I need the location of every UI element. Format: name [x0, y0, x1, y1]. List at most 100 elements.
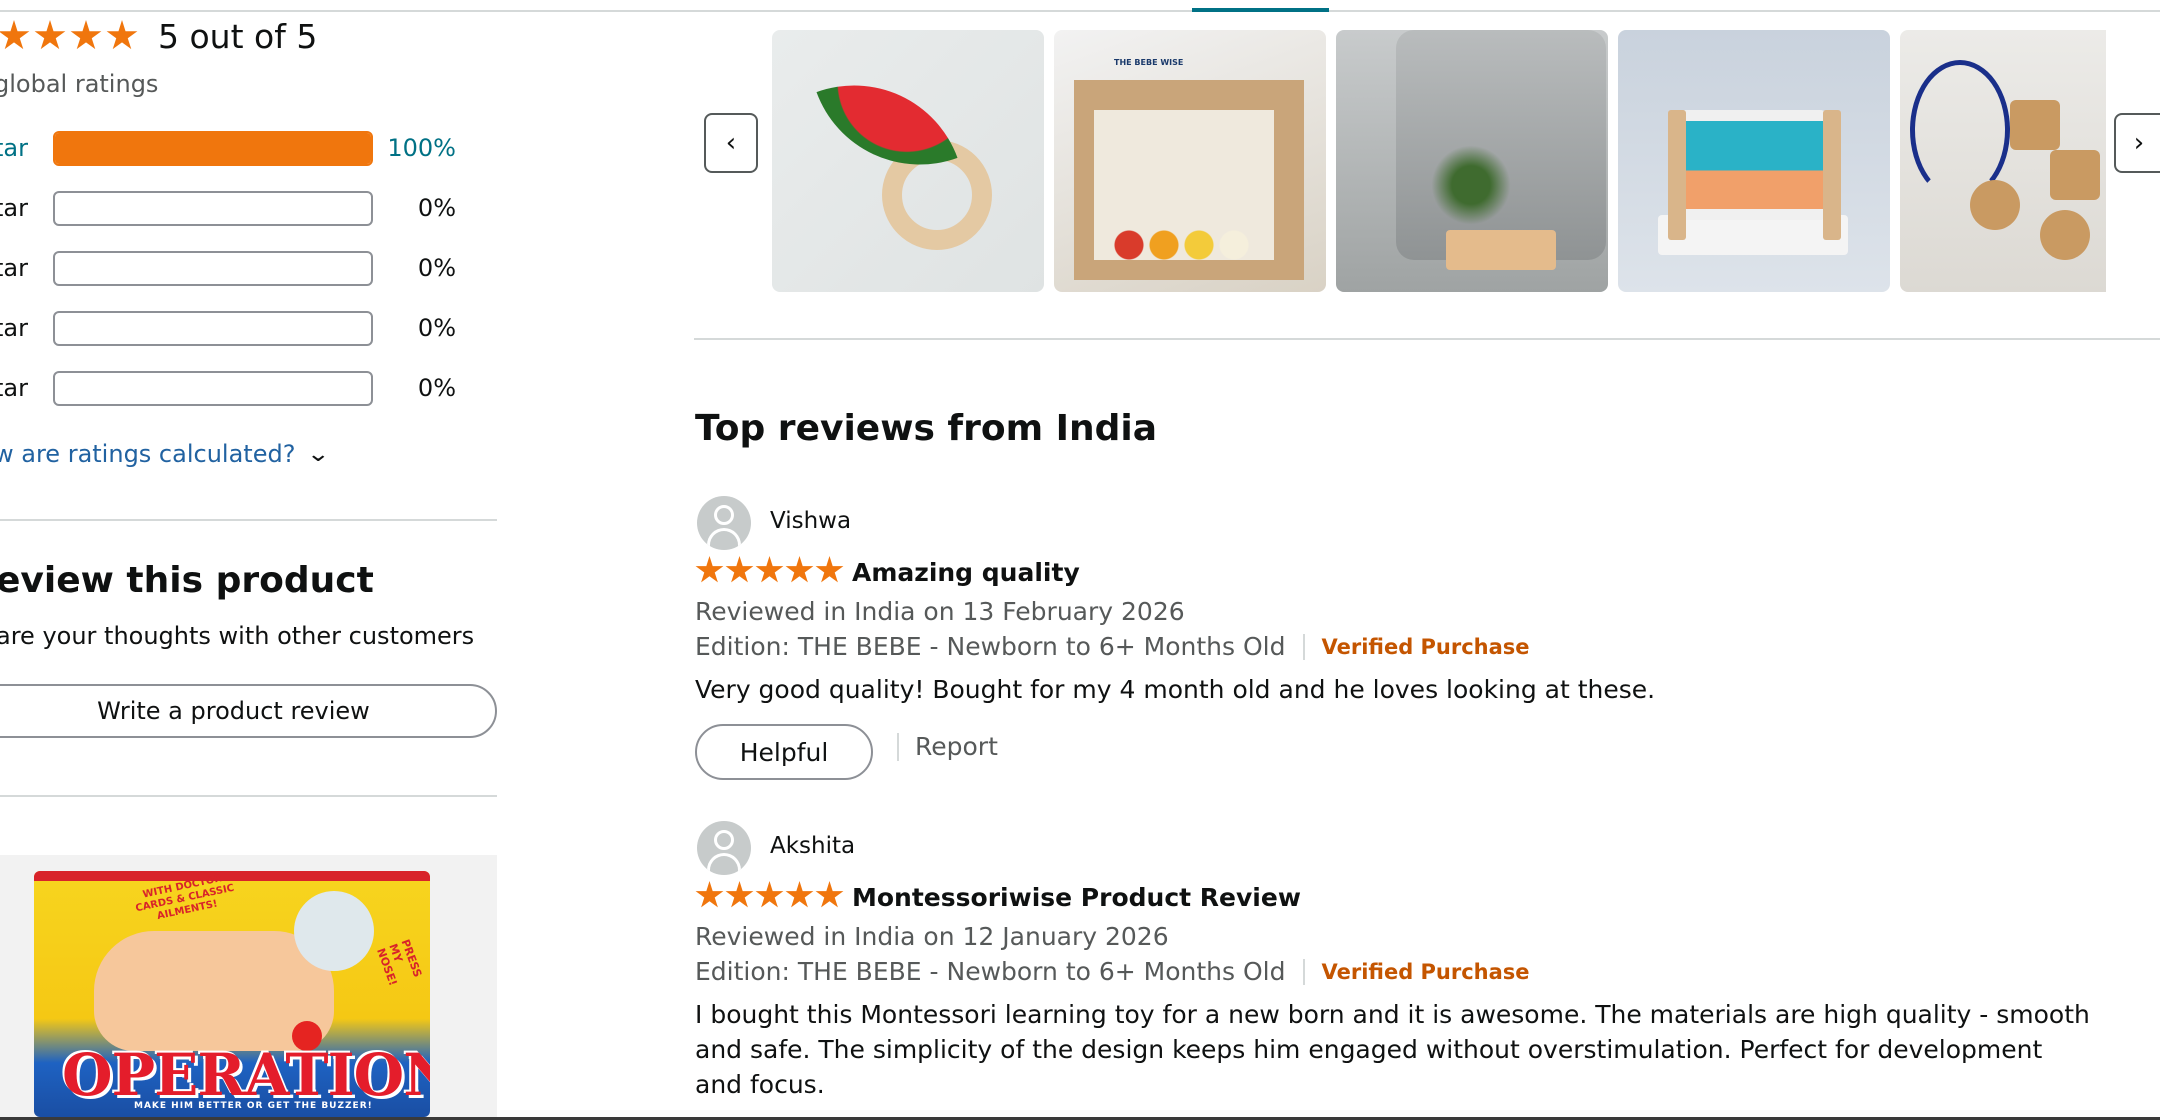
wood-piece	[1970, 180, 2020, 230]
review-title[interactable]: Amazing quality	[852, 558, 1080, 587]
histogram-bar	[53, 250, 373, 286]
stand-shape	[1446, 230, 1556, 270]
avatar	[697, 496, 751, 550]
plant-shape	[1426, 140, 1516, 230]
wood-piece	[2040, 210, 2090, 260]
reviewer-name[interactable]: Akshita	[770, 833, 855, 859]
review-body: Very good quality! Bought for my 4 month…	[695, 675, 1656, 704]
histogram-label: tar	[0, 194, 28, 222]
carousel-next-button[interactable]: ›	[2114, 113, 2160, 173]
drum-side	[1668, 110, 1686, 240]
histogram-percent[interactable]: 100%	[376, 134, 456, 162]
how-ratings-calculated-link[interactable]: w are ratings calculated? ⌄	[0, 440, 331, 468]
histogram-label[interactable]: tar	[0, 134, 52, 162]
chevron-down-icon[interactable]: ⌄	[307, 442, 331, 467]
drum-side	[1823, 110, 1841, 240]
balls-shape	[1114, 230, 1264, 260]
histogram-label: tar	[0, 314, 28, 342]
histogram-percent: 0%	[417, 314, 456, 342]
star-icon	[785, 556, 814, 583]
histogram-label: tar	[0, 254, 28, 282]
star-icon	[70, 20, 102, 50]
review-edition: Edition: THE BEBE - Newborn to 6+ Months…	[695, 957, 1530, 986]
chevron-left-icon[interactable]: ‹	[726, 128, 736, 158]
star-icon	[725, 881, 754, 908]
review-product-subtext: are your thoughts with other customers	[0, 622, 475, 650]
global-ratings-count: global ratings	[0, 70, 159, 98]
avatar	[697, 821, 751, 875]
ad-product-image[interactable]: WITH DOCTOR CARDS & CLASSIC AILMENTS! PR…	[34, 871, 430, 1117]
star-icon	[725, 556, 754, 583]
histogram-row-2: tar 0%	[0, 308, 474, 348]
histogram-row-4: tar 0%	[0, 188, 474, 228]
drum-base	[1658, 215, 1848, 255]
review-date: Reviewed in India on 13 February 2026	[695, 597, 1185, 626]
review-body: I bought this Montessori learning toy fo…	[695, 1000, 2090, 1099]
review-stars[interactable]	[695, 881, 844, 914]
ad-side-text: PRESS MY NOSE!	[374, 937, 425, 988]
active-tab-indicator	[1192, 8, 1329, 12]
star-icon	[755, 881, 784, 908]
star-icon	[0, 20, 30, 50]
star-icon	[815, 556, 844, 583]
histogram-label: tar	[0, 374, 28, 402]
ad-doctor-figure	[294, 891, 374, 971]
review-image-thumbnail[interactable]	[1900, 30, 2106, 292]
star-icon	[785, 881, 814, 908]
histogram-row-5[interactable]: tar 100%	[0, 128, 474, 168]
spinning-drum	[1678, 110, 1828, 220]
star-icon	[755, 556, 784, 583]
top-divider	[0, 10, 2160, 12]
box-label: THE BEBE WISE	[1114, 58, 1184, 67]
star-icon	[34, 20, 66, 50]
separator	[1303, 958, 1306, 985]
histogram-row-3: tar 0%	[0, 248, 474, 288]
separator	[1303, 633, 1306, 660]
review-image-thumbnail[interactable]	[1336, 30, 1608, 292]
histogram-bar	[53, 310, 373, 346]
histogram-row-1: tar 0%	[0, 368, 474, 408]
histogram-percent: 0%	[417, 374, 456, 402]
string-shape	[1910, 60, 2010, 200]
section-divider	[694, 338, 2160, 340]
rating-stars	[0, 20, 138, 52]
report-link[interactable]: Report	[897, 732, 998, 761]
star-icon	[106, 20, 138, 50]
review-image-thumbnail[interactable]: THE BEBE WISE	[1054, 30, 1326, 292]
histogram-bar[interactable]	[53, 130, 373, 166]
report-link-text[interactable]: Report	[915, 732, 998, 761]
chevron-right-icon[interactable]: ›	[2134, 128, 2144, 158]
histogram-bar	[53, 190, 373, 226]
wood-piece	[2050, 150, 2100, 200]
review-item: Akshita Montessoriwise Product Review Re…	[695, 821, 2135, 1117]
star-icon	[815, 881, 844, 908]
review-image-thumbnail[interactable]	[1618, 30, 1890, 292]
mirror-shape	[1396, 30, 1606, 260]
review-item: Vishwa Amazing quality Reviewed in India…	[695, 496, 2135, 786]
reviewer-name[interactable]: Vishwa	[770, 508, 851, 534]
wood-piece	[2010, 100, 2060, 150]
carousel-prev-button[interactable]: ‹	[704, 113, 758, 173]
how-ratings-calculated-text[interactable]: w are ratings calculated?	[0, 440, 295, 468]
star-icon	[695, 881, 724, 908]
edition-text: Edition: THE BEBE - Newborn to 6+ Months…	[695, 957, 1286, 986]
helpful-button[interactable]: Helpful	[695, 724, 873, 780]
section-divider	[0, 519, 497, 521]
review-stars[interactable]	[695, 556, 844, 589]
top-reviews-heading: Top reviews from India	[695, 408, 1158, 449]
review-date: Reviewed in India on 12 January 2026	[695, 922, 1169, 951]
verified-purchase-badge: Verified Purchase	[1321, 634, 1530, 659]
edition-text: Edition: THE BEBE - Newborn to 6+ Months…	[695, 632, 1286, 661]
write-review-button[interactable]: Write a product review	[0, 684, 497, 738]
histogram-percent: 0%	[417, 254, 456, 282]
histogram-percent: 0%	[417, 194, 456, 222]
section-divider	[0, 795, 497, 797]
rating-text: 5 out of 5	[158, 16, 318, 56]
review-title[interactable]: Montessoriwise Product Review	[852, 883, 1301, 912]
sponsored-ad[interactable]: WITH DOCTOR CARDS & CLASSIC AILMENTS! PR…	[0, 855, 497, 1120]
verified-purchase-badge: Verified Purchase	[1321, 959, 1530, 984]
review-image-thumbnail[interactable]	[772, 30, 1044, 292]
histogram-bar	[53, 370, 373, 406]
review-edition: Edition: THE BEBE - Newborn to 6+ Months…	[695, 632, 1530, 661]
ad-logo: OPERATION	[62, 1041, 430, 1109]
